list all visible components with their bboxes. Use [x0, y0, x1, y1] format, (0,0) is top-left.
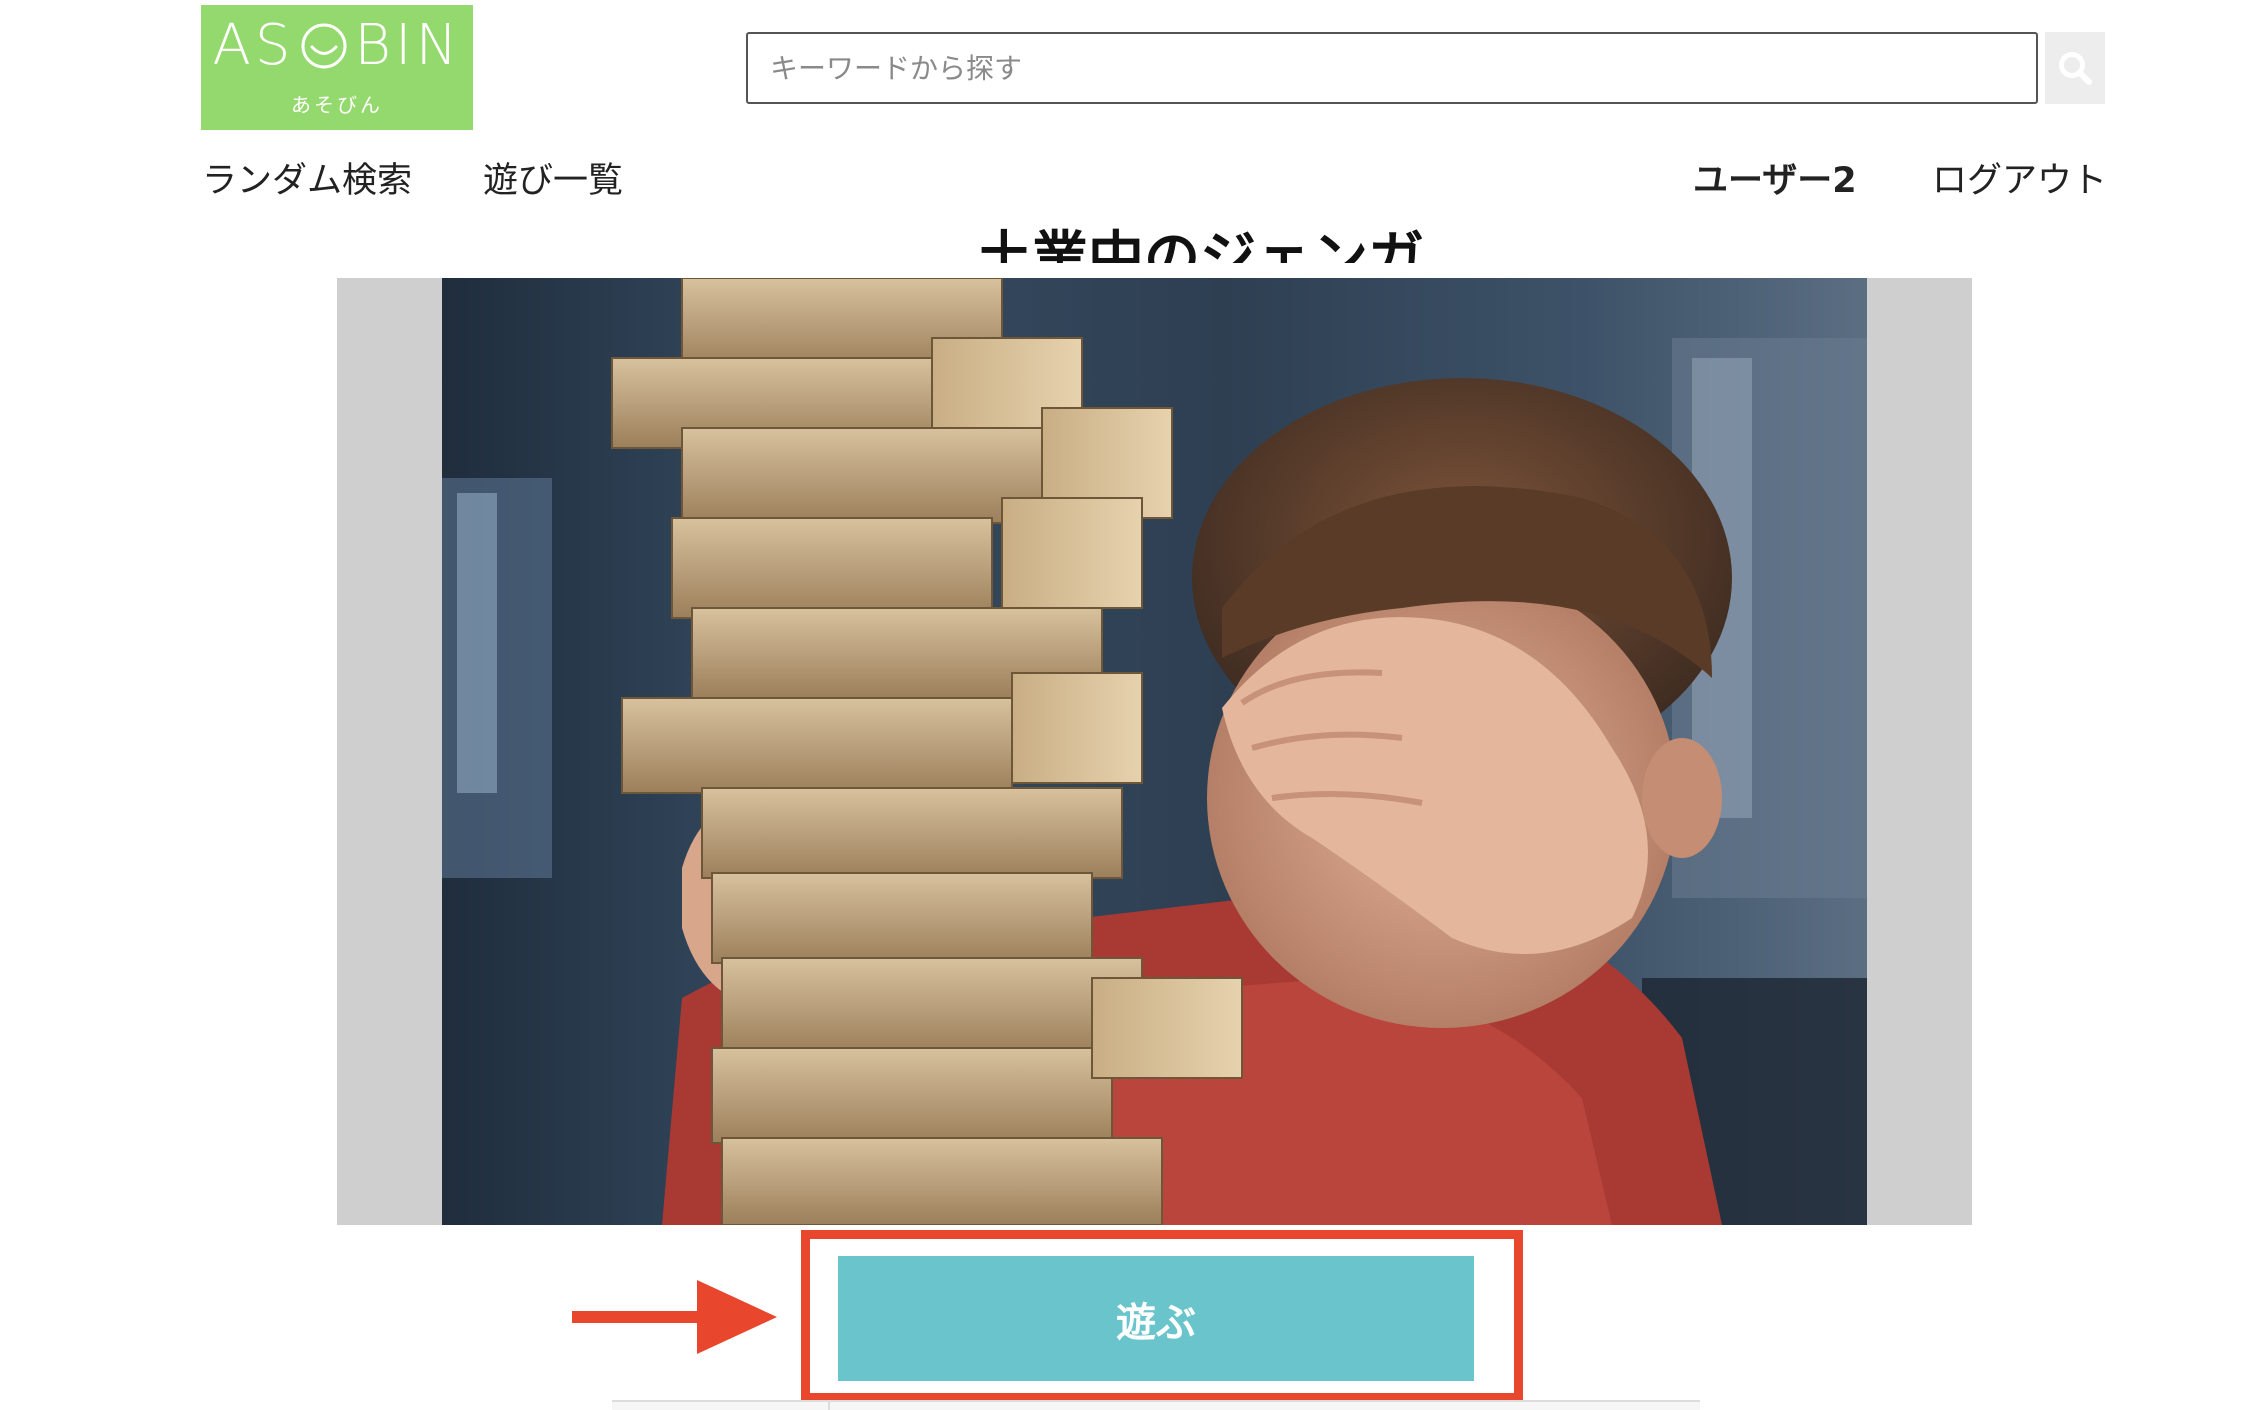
tab-strip	[612, 1400, 1700, 1410]
smile-icon	[301, 23, 347, 69]
nav-logout-link[interactable]: ログアウト	[1932, 158, 2107, 204]
logo-wordmark: AS BIN	[201, 15, 473, 77]
title-clip: 土業中のジェンガ	[700, 225, 1700, 264]
search-input[interactable]	[746, 32, 2038, 104]
logo-text-right: BIN	[354, 13, 462, 78]
logo-subtitle: あそびん	[291, 93, 383, 117]
tab-divider	[828, 1402, 830, 1410]
logo-text-left: AS	[212, 13, 295, 78]
search-icon	[2059, 52, 2092, 85]
nav-random-search-link[interactable]: ランダム検索	[202, 158, 412, 204]
image-frame	[337, 278, 1972, 1225]
play-title: 土業中のジェンガ	[976, 226, 1424, 264]
arrow-right-icon	[572, 1280, 777, 1354]
nav-user-link[interactable]: ユーザー2	[1693, 158, 1857, 204]
nav-play-list-link[interactable]: 遊び一覧	[483, 158, 623, 204]
jenga-tower-photo	[442, 278, 1867, 1225]
search-button[interactable]	[2045, 32, 2105, 104]
site-logo[interactable]: AS BIN あそびん	[201, 5, 473, 130]
play-button[interactable]: 遊ぶ	[838, 1256, 1474, 1381]
